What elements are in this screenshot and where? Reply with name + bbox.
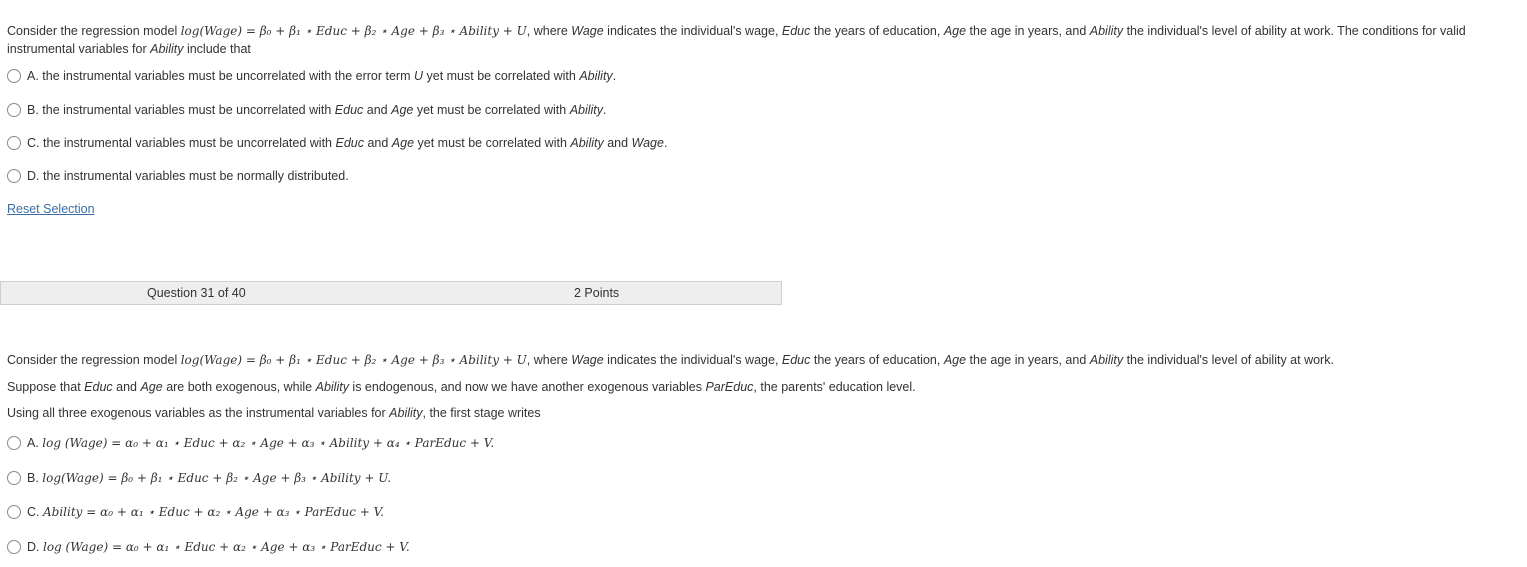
q31-option-c-label: C. Ability = α₀ + α₁ ⋆ Educ + α₂ ⋆ Age +… [27,505,384,519]
question-header-bar: Question 31 of 40 2 Points [0,281,782,305]
q31-option-a-formula: log (Wage) = α₀ + α₁ ⋆ Educ + α₂ ⋆ Age +… [42,436,495,450]
q31-option-c-formula: Ability = α₀ + α₁ ⋆ Educ + α₂ ⋆ Age + α₃… [42,505,384,519]
q30-model-formula: log(Wage) = β₀ + β₁ ⋆ Educ + β₂ ⋆ Age + … [180,24,527,38]
q31-option-c-radio[interactable] [7,505,21,519]
question-points-label: 2 Points [574,286,620,300]
q30-option-a[interactable]: A. the instrumental variables must be un… [7,68,616,84]
q31-option-b-formula: log(Wage) = β₀ + β₁ ⋆ Educ + β₂ ⋆ Age + … [42,471,392,485]
q30-option-b-label: B. the instrumental variables must be un… [27,103,607,117]
q31-option-c[interactable]: C. Ability = α₀ + α₁ ⋆ Educ + α₂ ⋆ Age +… [7,504,384,520]
q31-option-d-radio[interactable] [7,540,21,554]
q30-option-c-label: C. the instrumental variables must be un… [27,136,668,150]
q31-option-a-radio[interactable] [7,436,21,450]
q31-option-a-label: A. log (Wage) = α₀ + α₁ ⋆ Educ + α₂ ⋆ Ag… [27,436,495,450]
q31-option-d[interactable]: D. log (Wage) = α₀ + α₁ ⋆ Educ + α₂ ⋆ Ag… [7,539,410,555]
q30-option-c[interactable]: C. the instrumental variables must be un… [7,135,667,151]
q30-option-b-radio[interactable] [7,103,21,117]
q31-option-b-radio[interactable] [7,471,21,485]
q31-option-d-formula: log (Wage) = α₀ + α₁ ⋆ Educ + α₂ ⋆ Age +… [42,540,410,554]
q31-stem-line3: Using all three exogenous variables as t… [7,406,541,420]
q30-stem-line1: Consider the regression model log(Wage) … [7,24,1466,38]
q31-option-d-label: D. log (Wage) = α₀ + α₁ ⋆ Educ + α₂ ⋆ Ag… [27,540,410,554]
q30-option-d-radio[interactable] [7,169,21,183]
q31-option-b-label: B. log(Wage) = β₀ + β₁ ⋆ Educ + β₂ ⋆ Age… [27,471,392,485]
q30-option-a-radio[interactable] [7,69,21,83]
q31-option-b[interactable]: B. log(Wage) = β₀ + β₁ ⋆ Educ + β₂ ⋆ Age… [7,470,391,486]
q30-option-d-label: D. the instrumental variables must be no… [27,169,349,183]
q31-option-a[interactable]: A. log (Wage) = α₀ + α₁ ⋆ Educ + α₂ ⋆ Ag… [7,435,494,451]
q30-option-b[interactable]: B. the instrumental variables must be un… [7,102,607,118]
q30-stem-line2: instrumental variables for Ability inclu… [7,42,251,56]
question-number-label: Question 31 of 40 [147,286,246,300]
q31-stem-line1: Consider the regression model log(Wage) … [7,353,1334,367]
q30-option-c-radio[interactable] [7,136,21,150]
q31-model-formula: log(Wage) = β₀ + β₁ ⋆ Educ + β₂ ⋆ Age + … [180,353,527,367]
reset-selection-link[interactable]: Reset Selection [7,202,95,216]
q30-option-d[interactable]: D. the instrumental variables must be no… [7,168,349,184]
q31-stem-line2: Suppose that Educ and Age are both exoge… [7,380,916,394]
q30-option-a-label: A. the instrumental variables must be un… [27,69,617,83]
